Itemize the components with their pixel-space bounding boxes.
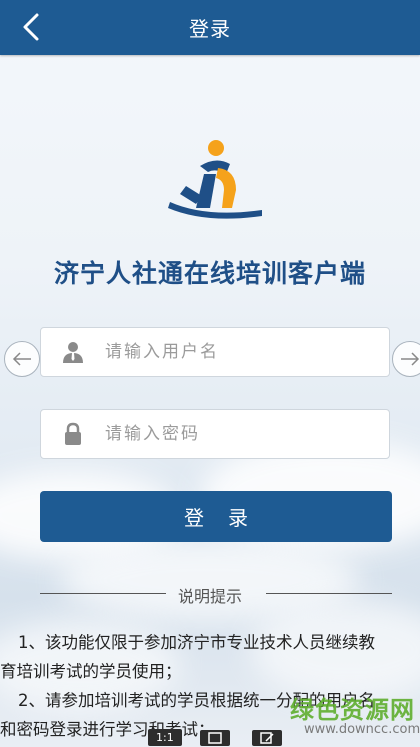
app-header: 登录 xyxy=(0,0,420,55)
divider-line-right xyxy=(266,593,392,594)
fullscreen-button[interactable] xyxy=(200,728,230,747)
app-name: 济宁人社通在线培训客户端 xyxy=(53,259,366,288)
edit-icon xyxy=(252,729,282,746)
user-icon xyxy=(59,338,87,366)
username-input[interactable] xyxy=(103,331,389,373)
arrow-left-icon xyxy=(12,352,31,366)
password-input[interactable] xyxy=(103,413,389,455)
fullscreen-icon xyxy=(200,729,230,746)
notes-heading: 说明提示 xyxy=(177,587,242,606)
page-title: 登录 xyxy=(189,17,231,41)
chevron-left-icon xyxy=(23,13,39,41)
password-field-container xyxy=(40,409,390,459)
ratio-button[interactable]: 1:1 xyxy=(148,728,182,747)
app-logo-icon xyxy=(168,140,262,219)
ratio-label: 1:1 xyxy=(148,729,182,746)
note-line: 1、该功能仅限于参加济宁市专业技术人员继续教 xyxy=(18,633,375,652)
back-button[interactable] xyxy=(14,10,48,44)
username-field-container xyxy=(40,327,390,377)
note-line: 2、请参加培训考试的学员根据统一分配的用户名 xyxy=(18,691,375,710)
notes-divider: 说明提示 xyxy=(0,583,420,606)
lock-icon xyxy=(59,420,87,448)
previous-arrow-button[interactable] xyxy=(4,341,40,377)
arrow-right-icon xyxy=(401,352,420,366)
login-button[interactable]: 登录 xyxy=(40,491,392,542)
edit-button[interactable] xyxy=(252,728,282,747)
notes-text: 1、该功能仅限于参加济宁市专业技术人员继续教 育培训考试的学员使用； 2、请参加… xyxy=(0,628,420,744)
note-line: 育培训考试的学员使用； xyxy=(0,662,182,681)
next-arrow-button[interactable] xyxy=(392,341,420,377)
